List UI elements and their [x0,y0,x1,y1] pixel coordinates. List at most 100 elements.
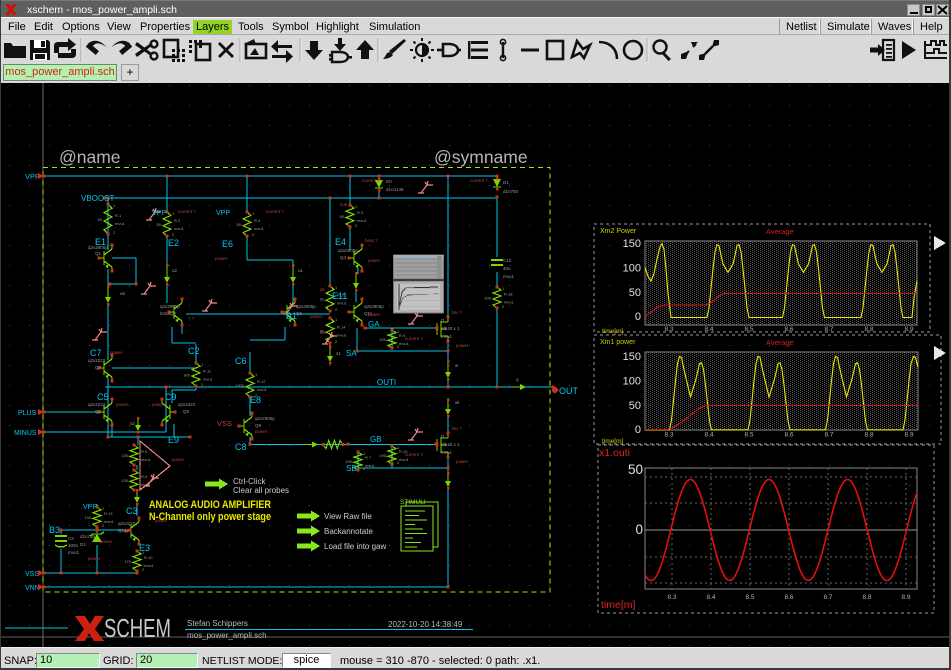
svg-text:PLUS: PLUS [18,410,37,417]
svg-text:d1n750: d1n750 [503,189,519,194]
svg-text:C5: C5 [97,392,109,402]
svg-text:VPP: VPP [216,210,230,217]
svg-text:s1: s1 [336,351,341,356]
svg-text:50: 50 [628,462,643,477]
svg-text:C9: C9 [165,392,177,402]
svg-text:B3: B3 [49,525,60,535]
svg-text:Stefan Schippers: Stefan Schippers [187,619,248,628]
svg-text:power: power [456,343,469,348]
svg-text:0: 0 [635,311,641,323]
svg-text:VNN: VNN [25,585,40,592]
svg-text:R.2: R.2 [174,218,181,223]
svg-text:power: power [100,539,113,544]
svg-text:8.3: 8.3 [664,432,673,439]
svg-text:q2x2905p: q2x2905p [255,416,275,421]
svg-text:mvu1: mvu1 [337,301,348,306]
svg-text:blu ?: blu ? [452,310,462,315]
svg-text:8.5: 8.5 [744,326,753,333]
svg-text:mvu1: mvu1 [174,226,185,231]
svg-text:VPP: VPP [152,210,166,217]
svg-text:irf540 x 1: irf540 x 1 [441,326,460,331]
svg-text:VSS: VSS [25,571,39,578]
svg-text:C12: C12 [503,258,512,263]
svg-text:SA: SA [346,349,357,358]
svg-text:mvu1: mvu1 [144,563,155,568]
svg-text:E3: E3 [139,543,150,553]
svg-text:0: 0 [635,522,643,537]
svg-text:Q1: Q1 [95,251,102,256]
svg-text:2022-10-20 14:38:49: 2022-10-20 14:38:49 [388,620,463,629]
svg-text:ds: ds [320,330,326,335]
svg-text:170: 170 [124,559,131,564]
svg-text:VPP: VPP [83,504,97,511]
svg-text:8.8: 8.8 [862,594,871,601]
svg-text:130: 130 [121,453,128,458]
svg-text:Average: Average [766,338,794,347]
svg-text:8.3: 8.3 [667,594,676,601]
svg-text:E6: E6 [222,239,233,249]
svg-text:Ctrl-Click: Ctrl-Click [233,477,266,486]
svg-text:VPP: VPP [25,172,40,181]
svg-text:mvu1: mvu1 [504,300,515,305]
svg-text:8.9: 8.9 [904,432,913,439]
svg-text:mvu1: mvu1 [365,463,376,468]
svg-text:D1: D1 [503,180,509,185]
svg-text:50: 50 [340,214,345,219]
svg-text:300: 300 [183,373,190,378]
svg-text:Q6: Q6 [296,311,303,316]
svg-text:190: 190 [379,453,386,458]
svg-text:mvu1: mvu1 [257,387,268,392]
svg-text:Q7: Q7 [95,365,102,370]
svg-text:power: power [172,457,185,462]
svg-text:0: 0 [635,424,641,436]
svg-text:mvu1: mvu1 [441,334,453,339]
svg-text:power: power [110,350,123,355]
svg-text:8.8: 8.8 [864,326,873,333]
svg-text:power: power [215,256,228,261]
svg-text:40u: 40u [503,266,511,271]
svg-text:Average: Average [766,227,794,236]
svg-text:Q8: Q8 [255,423,262,428]
svg-text:@symname: @symname [434,147,528,167]
svg-text:SCHEM: SCHEM [104,613,171,643]
svg-text:E8: E8 [250,395,261,405]
svg-text:SB: SB [346,464,357,473]
svg-text:u6: u6 [120,291,126,296]
svg-text:C3: C3 [68,536,74,541]
svg-text:ds: ds [320,287,326,292]
svg-text:C8: C8 [235,442,247,452]
svg-text:d1n4148: d1n4148 [386,187,404,192]
svg-text:s2: s2 [130,421,135,426]
svg-text:R.14: R.14 [337,325,346,330]
svg-text:8.8: 8.8 [864,432,873,439]
svg-text:sub: sub [340,202,348,207]
svg-text:R.6: R.6 [141,474,148,479]
svg-text:190: 190 [379,337,386,342]
svg-text:8.7: 8.7 [824,432,833,439]
svg-text:E4: E4 [335,237,346,247]
svg-text:R.10: R.10 [144,555,153,560]
svg-text:power: power [456,459,469,464]
svg-text:q2x2222: q2x2222 [178,402,196,407]
svg-text:? ?: ? ? [188,316,195,321]
svg-text:q2x2905p: q2x2905p [160,304,180,309]
svg-text:MINUS: MINUS [14,430,37,437]
svg-text:50: 50 [629,400,641,412]
svg-text:200: 200 [484,296,491,301]
svg-text:power: power [310,314,323,319]
svg-text:8.6: 8.6 [784,594,793,601]
svg-text:50: 50 [237,222,242,227]
svg-text:mvu1: mvu1 [399,341,410,346]
svg-text:C3: C3 [126,506,138,516]
svg-text:mvu1: mvu1 [141,457,152,462]
svg-text:u1: u1 [298,268,304,273]
svg-text:@name: @name [59,147,121,167]
svg-text:current ?: current ? [470,178,488,183]
svg-text:R.13: R.13 [104,511,113,516]
svg-text:ds: ds [320,297,324,302]
svg-text:time[m]: time[m] [602,438,624,445]
svg-text:8.7: 8.7 [823,594,832,601]
svg-text:power: power [368,258,381,263]
svg-text:power: power [368,312,381,317]
svg-text:8.3: 8.3 [664,326,673,333]
